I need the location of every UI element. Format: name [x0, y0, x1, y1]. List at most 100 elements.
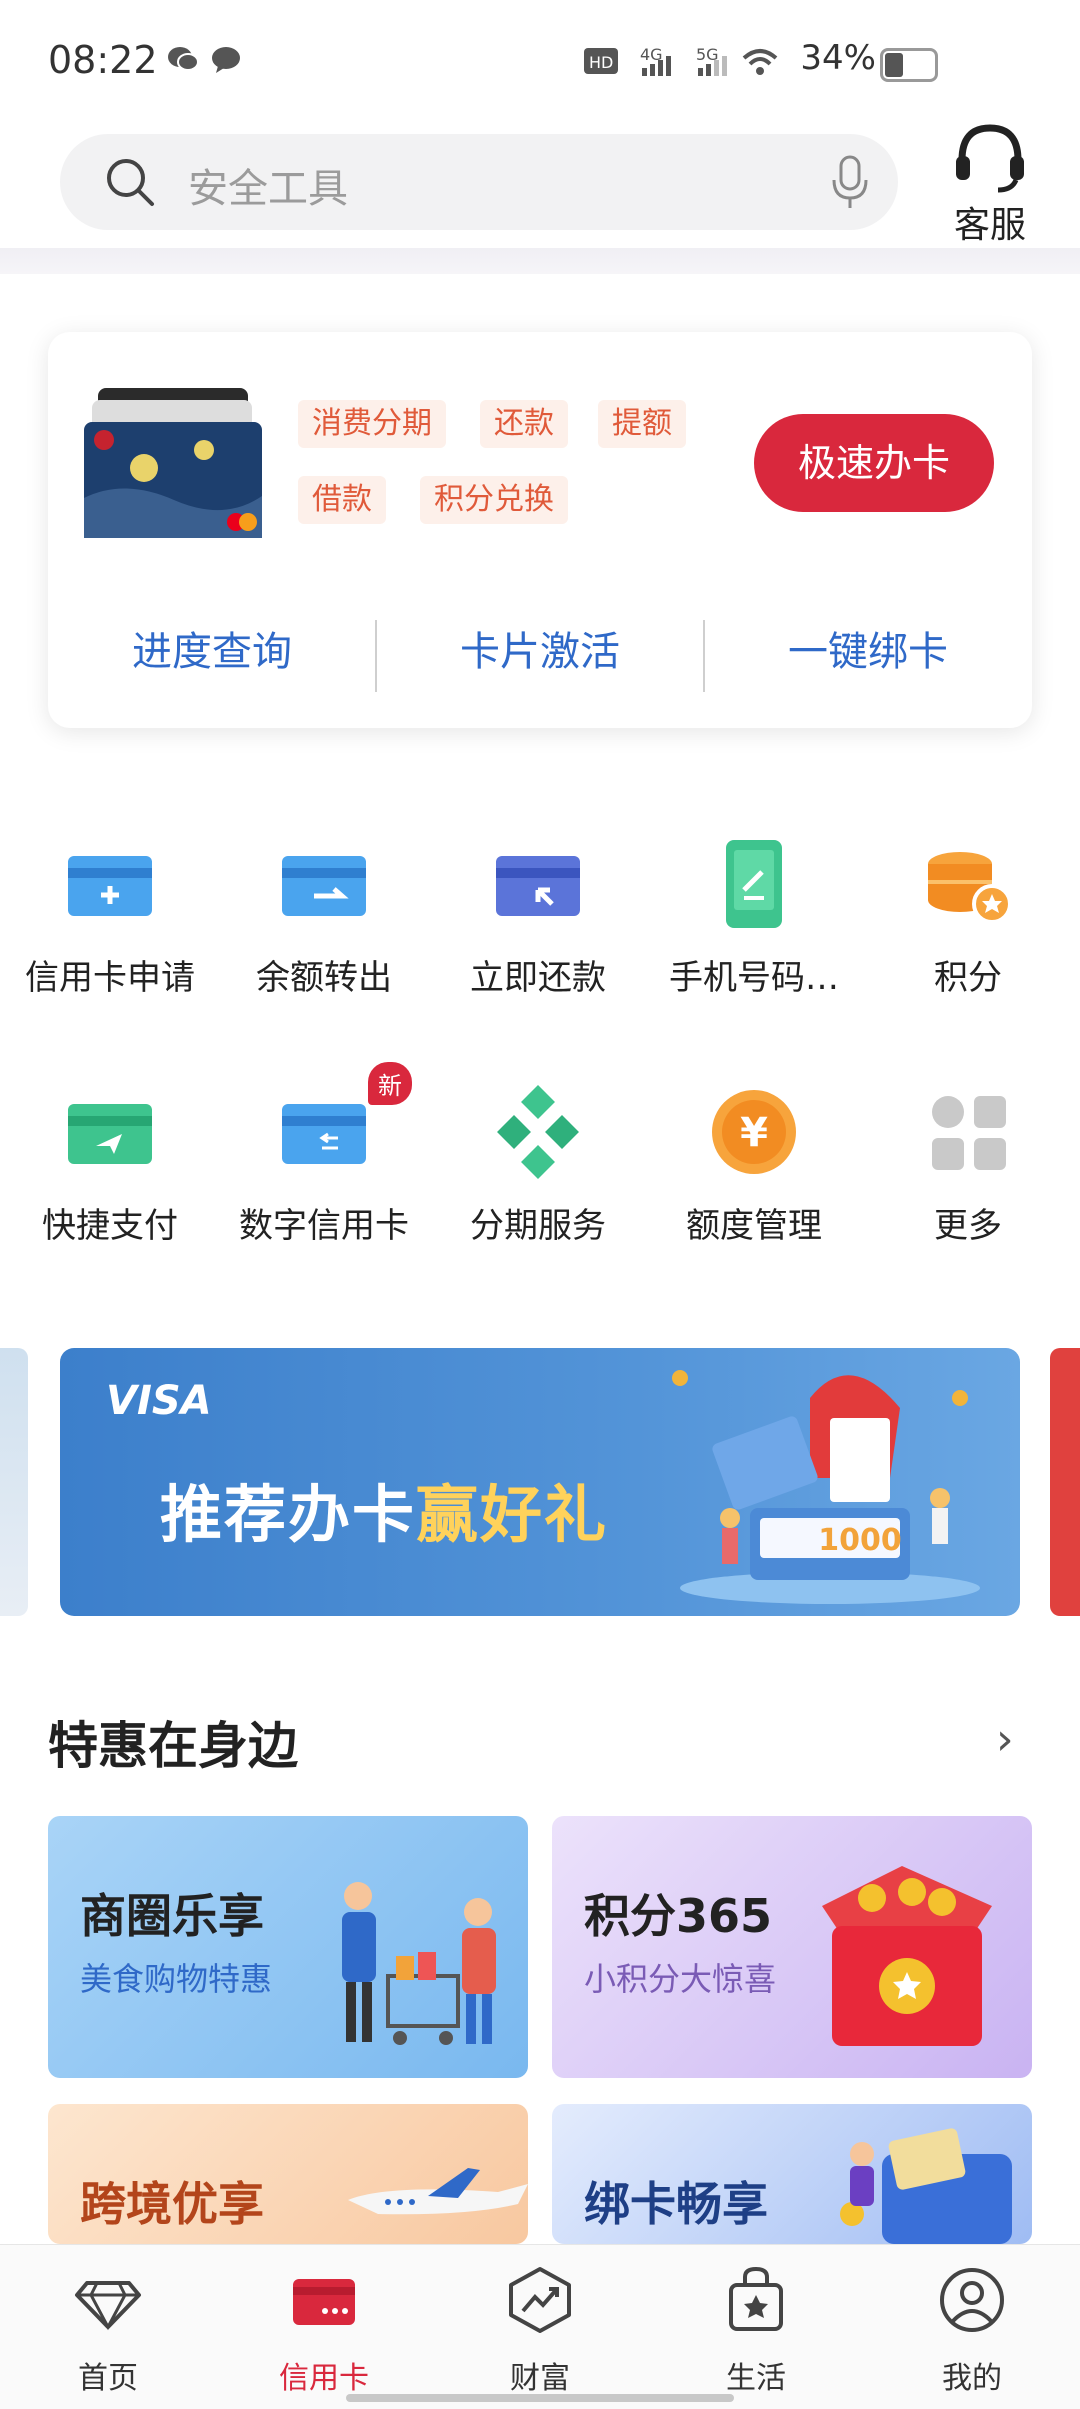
progress-query-link[interactable]: 进度查询 [48, 612, 376, 692]
card-add-icon [60, 834, 160, 934]
phone-icon [704, 834, 804, 934]
grid-label: 更多 [934, 1206, 1002, 1246]
installment-icon [488, 1082, 588, 1182]
new-badge: 新 [368, 1062, 412, 1105]
life-bag-icon [729, 2266, 783, 2331]
grid-label: 快捷支付 [42, 1206, 178, 1246]
headset-icon [956, 124, 1024, 193]
card-links: 进度查询 卡片激活 一键绑卡 [48, 612, 1032, 692]
customer-service-button[interactable]: 客服 [940, 120, 1040, 248]
nav-label: 财富 [510, 2361, 570, 2396]
grid-label: 数字信用卡 [239, 1206, 409, 1246]
tag-installment[interactable]: 消费分期 [298, 400, 446, 448]
battery-percent: 34% [800, 38, 876, 78]
tile-title: 积分365 [584, 1889, 773, 1943]
nav-label: 信用卡 [279, 2361, 369, 2396]
points-icon [918, 834, 1018, 934]
grid-item-more[interactable]: 更多 [860, 1082, 1076, 1247]
credit-card-panel: 消费分期 还款 提额 借款 积分兑换 极速办卡 进度查询 卡片激活 一键绑卡 [48, 332, 1032, 728]
digital-card-icon: 新 [274, 1062, 412, 1182]
svg-text:HD: HD [589, 53, 613, 72]
grid-item-installment[interactable]: 分期服务 [430, 1082, 646, 1247]
tag-repay[interactable]: 还款 [480, 400, 568, 448]
grid-item-phone[interactable]: 手机号码… [646, 834, 862, 999]
nav-life[interactable]: 生活 [648, 2265, 864, 2397]
tag-borrow[interactable]: 借款 [298, 476, 386, 524]
card-illustration [840, 2128, 1012, 2244]
tile-subtitle: 小积分大惊喜 [584, 1960, 777, 1998]
search-icon [107, 159, 154, 206]
tile-bind-card[interactable]: 绑卡畅享 [552, 2104, 1032, 2244]
grid-item-apply[interactable]: 信用卡申请 [2, 834, 218, 999]
section-title: 特惠在身边 [48, 1717, 298, 1775]
red-envelope-illustration [822, 1866, 992, 2046]
wealth-icon [509, 2267, 571, 2333]
card-activate-link[interactable]: 卡片激活 [376, 612, 704, 692]
grid-item-points[interactable]: 积分 [860, 834, 1076, 999]
grid-label: 额度管理 [686, 1206, 822, 1246]
gift-box-illustration: 1000 [672, 1370, 980, 1604]
grid-label: 积分 [934, 958, 1002, 998]
chevron-right-icon[interactable]: › [996, 1714, 1014, 1765]
banner-prev-peek[interactable] [0, 1348, 28, 1616]
grid-label: 立即还款 [470, 958, 606, 998]
visa-logo: VISA [106, 1378, 212, 1424]
header-divider [0, 248, 1080, 274]
tile-business-district[interactable]: 商圈乐享 美食购物特惠 [48, 1816, 528, 2078]
tile-cross-border[interactable]: 跨境优享 [48, 2104, 528, 2244]
status-time: 08:22 [48, 38, 158, 82]
limit-icon: ¥ [704, 1082, 804, 1182]
credit-card-icon [293, 2279, 355, 2325]
tile-title: 跨境优享 [80, 2177, 264, 2231]
battery-icon [880, 48, 938, 82]
customer-service-label: 客服 [953, 205, 1026, 246]
grid-item-digital-card[interactable]: 新 数字信用卡 [216, 1062, 432, 1247]
tag-points-exchange[interactable]: 积分兑换 [420, 476, 568, 524]
grid-item-repay[interactable]: 立即还款 [430, 834, 646, 999]
nav-credit-card[interactable]: 信用卡 [216, 2265, 432, 2397]
grid-label: 分期服务 [470, 1206, 606, 1246]
grid-item-limit[interactable]: ¥ 额度管理 [646, 1082, 862, 1247]
nav-profile[interactable]: 我的 [864, 2265, 1080, 2397]
home-indicator[interactable] [346, 2394, 734, 2402]
signal-icons: HD 4G 5G [584, 44, 794, 78]
card-repay-icon [488, 834, 588, 934]
grid-item-quick-pay[interactable]: 快捷支付 [2, 1082, 218, 1247]
svg-text:1000: 1000 [818, 1523, 902, 1558]
tag-raise-limit[interactable]: 提额 [598, 400, 686, 448]
banner-next-peek[interactable] [1050, 1348, 1080, 1616]
promo-banner[interactable]: VISA 推荐办卡赢好礼 1000 [60, 1348, 1020, 1616]
search-placeholder: 安全工具 [188, 166, 348, 212]
more-grid-icon [918, 1082, 1018, 1182]
wechat-notification-icon [166, 44, 200, 74]
status-bar: 08:22 HD 4G 5G 34% [0, 0, 1080, 120]
tile-subtitle: 美食购物特惠 [80, 1960, 273, 1998]
quick-pay-icon [60, 1082, 160, 1182]
message-notification-icon [210, 46, 242, 74]
grid-label: 余额转出 [256, 958, 392, 998]
nav-home[interactable]: 首页 [0, 2265, 216, 2397]
grid-label: 信用卡申请 [25, 958, 195, 998]
credit-card-image[interactable] [84, 388, 262, 538]
nav-wealth[interactable]: 财富 [432, 2265, 648, 2397]
shopping-illustration [342, 1882, 496, 2045]
grid-item-transfer[interactable]: 余额转出 [216, 834, 432, 999]
profile-icon [940, 2268, 1004, 2332]
airplane-illustration [348, 2168, 528, 2215]
tile-title: 绑卡畅享 [584, 2177, 768, 2231]
search-bar[interactable]: 安全工具 [60, 134, 898, 230]
nav-label: 我的 [942, 2361, 1002, 2396]
tile-title: 商圈乐享 [80, 1889, 264, 1943]
bind-card-link[interactable]: 一键绑卡 [704, 612, 1032, 692]
card-transfer-icon [274, 834, 374, 934]
svg-text:¥: ¥ [740, 1110, 768, 1156]
grid-label: 手机号码… [669, 958, 839, 998]
nav-label: 生活 [726, 2361, 786, 2396]
tile-points-365[interactable]: 积分365 小积分大惊喜 [552, 1816, 1032, 2078]
nav-label: 首页 [78, 2361, 138, 2396]
bottom-navigation: 首页 信用卡 财富 生活 我的 [0, 2244, 1080, 2409]
microphone-icon[interactable] [830, 154, 870, 210]
banner-title: 推荐办卡赢好礼 [160, 1478, 609, 1551]
diamond-icon [75, 2281, 141, 2331]
quick-apply-button[interactable]: 极速办卡 [754, 414, 994, 512]
